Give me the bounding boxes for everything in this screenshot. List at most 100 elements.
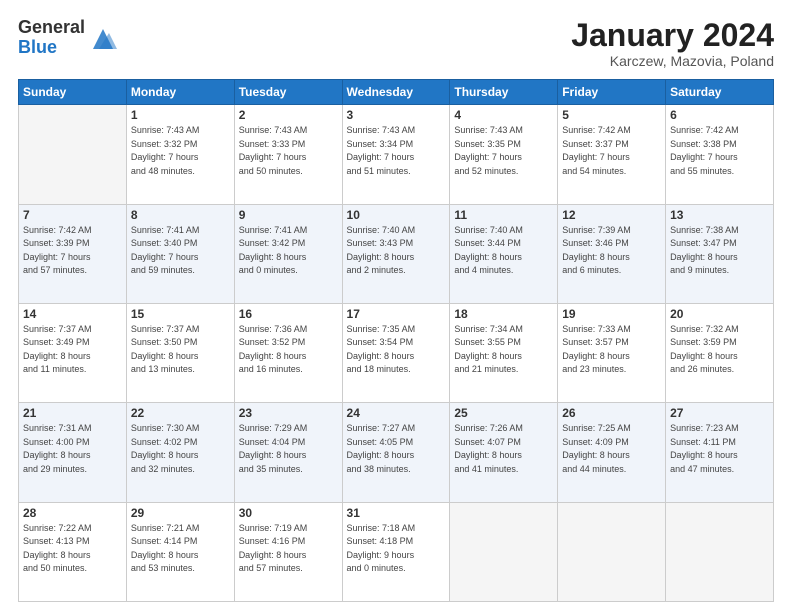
- day-number: 19: [562, 307, 661, 321]
- calendar-cell: 19 Sunrise: 7:33 AMSunset: 3:57 PMDayligh…: [558, 303, 666, 402]
- calendar-cell: 14Sunrise: 7:37 AMSunset: 3:49 PMDayligh…: [19, 303, 127, 402]
- calendar-cell: 2 Sunrise: 7:43 AMSunset: 3:33 PMDaylight…: [234, 105, 342, 204]
- calendar-cell: [558, 502, 666, 601]
- day-info: Sunrise: 7:42 AMSunset: 3:38 PMDaylight:…: [670, 124, 769, 178]
- calendar-week-row: 28 Sunrise: 7:22 AMSunset: 4:13 PMDayligh…: [19, 502, 774, 601]
- calendar-cell: 31Sunrise: 7:18 AMSunset: 4:18 PMDayligh…: [342, 502, 450, 601]
- calendar-cell: 1Sunrise: 7:43 AMSunset: 3:32 PMDaylight…: [126, 105, 234, 204]
- day-number: 27: [670, 406, 769, 420]
- title-block: January 2024 Karczew, Mazovia, Poland: [571, 18, 774, 69]
- day-info: Sunrise: 7:25 AMSunset: 4:09 PMDaylight:…: [562, 422, 661, 476]
- day-info: Sunrise: 7:31 AMSunset: 4:00 PMDaylight:…: [23, 422, 122, 476]
- calendar-header-friday: Friday: [558, 80, 666, 105]
- calendar-cell: 8 Sunrise: 7:41 AMSunset: 3:40 PMDaylight…: [126, 204, 234, 303]
- day-info: Sunrise: 7:41 AMSunset: 3:40 PMDaylight:…: [131, 224, 230, 278]
- day-info: Sunrise: 7:29 AMSunset: 4:04 PMDaylight:…: [239, 422, 338, 476]
- calendar-cell: 26Sunrise: 7:25 AMSunset: 4:09 PMDayligh…: [558, 403, 666, 502]
- calendar-cell: 18Sunrise: 7:34 AMSunset: 3:55 PMDayligh…: [450, 303, 558, 402]
- calendar-cell: 16Sunrise: 7:36 AMSunset: 3:52 PMDayligh…: [234, 303, 342, 402]
- day-info: Sunrise: 7:27 AMSunset: 4:05 PMDaylight:…: [347, 422, 446, 476]
- day-info: Sunrise: 7:38 AMSunset: 3:47 PMDaylight:…: [670, 224, 769, 278]
- day-info: Sunrise: 7:42 AMSunset: 3:39 PMDaylight:…: [23, 224, 122, 278]
- calendar-cell: 22Sunrise: 7:30 AMSunset: 4:02 PMDayligh…: [126, 403, 234, 502]
- calendar-cell: 9 Sunrise: 7:41 AMSunset: 3:42 PMDaylight…: [234, 204, 342, 303]
- day-number: 6: [670, 108, 769, 122]
- day-number: 4: [454, 108, 553, 122]
- calendar-cell: 10 Sunrise: 7:40 AMSunset: 3:43 PMDayligh…: [342, 204, 450, 303]
- calendar-cell: 25Sunrise: 7:26 AMSunset: 4:07 PMDayligh…: [450, 403, 558, 502]
- calendar-cell: 5Sunrise: 7:42 AMSunset: 3:37 PMDaylight…: [558, 105, 666, 204]
- calendar-cell: 11 Sunrise: 7:40 AMSunset: 3:44 PMDayligh…: [450, 204, 558, 303]
- day-number: 9: [239, 208, 338, 222]
- calendar-cell: 3Sunrise: 7:43 AMSunset: 3:34 PMDaylight…: [342, 105, 450, 204]
- calendar-cell: 21 Sunrise: 7:31 AMSunset: 4:00 PMDayligh…: [19, 403, 127, 502]
- calendar-cell: 17 Sunrise: 7:35 AMSunset: 3:54 PMDayligh…: [342, 303, 450, 402]
- calendar-cell: 29Sunrise: 7:21 AMSunset: 4:14 PMDayligh…: [126, 502, 234, 601]
- day-info: Sunrise: 7:35 AMSunset: 3:54 PMDaylight:…: [347, 323, 446, 377]
- calendar-cell: 4 Sunrise: 7:43 AMSunset: 3:35 PMDaylight…: [450, 105, 558, 204]
- calendar-header-saturday: Saturday: [666, 80, 774, 105]
- day-number: 7: [23, 208, 122, 222]
- day-number: 28: [23, 506, 122, 520]
- logo-general: General: [18, 18, 85, 38]
- calendar-cell: [666, 502, 774, 601]
- day-info: Sunrise: 7:43 AMSunset: 3:35 PMDaylight:…: [454, 124, 553, 178]
- calendar-week-row: 14Sunrise: 7:37 AMSunset: 3:49 PMDayligh…: [19, 303, 774, 402]
- day-info: Sunrise: 7:22 AMSunset: 4:13 PMDaylight:…: [23, 522, 122, 576]
- day-number: 10: [347, 208, 446, 222]
- day-info: Sunrise: 7:30 AMSunset: 4:02 PMDaylight:…: [131, 422, 230, 476]
- logo-blue: Blue: [18, 38, 85, 58]
- day-info: Sunrise: 7:32 AMSunset: 3:59 PMDaylight:…: [670, 323, 769, 377]
- logo-text: General Blue: [18, 18, 85, 58]
- day-number: 8: [131, 208, 230, 222]
- day-info: Sunrise: 7:43 AMSunset: 3:32 PMDaylight:…: [131, 124, 230, 178]
- calendar-cell: 7 Sunrise: 7:42 AMSunset: 3:39 PMDaylight…: [19, 204, 127, 303]
- page: General Blue January 2024 Karczew, Mazov…: [0, 0, 792, 612]
- day-info: Sunrise: 7:40 AMSunset: 3:43 PMDaylight:…: [347, 224, 446, 278]
- calendar-header-sunday: Sunday: [19, 80, 127, 105]
- day-number: 11: [454, 208, 553, 222]
- calendar-cell: 13 Sunrise: 7:38 AMSunset: 3:47 PMDayligh…: [666, 204, 774, 303]
- day-info: Sunrise: 7:21 AMSunset: 4:14 PMDaylight:…: [131, 522, 230, 576]
- day-number: 30: [239, 506, 338, 520]
- calendar-header-thursday: Thursday: [450, 80, 558, 105]
- calendar-cell: 20 Sunrise: 7:32 AMSunset: 3:59 PMDayligh…: [666, 303, 774, 402]
- calendar-cell: 24Sunrise: 7:27 AMSunset: 4:05 PMDayligh…: [342, 403, 450, 502]
- day-info: Sunrise: 7:26 AMSunset: 4:07 PMDaylight:…: [454, 422, 553, 476]
- calendar-cell: 6 Sunrise: 7:42 AMSunset: 3:38 PMDaylight…: [666, 105, 774, 204]
- day-info: Sunrise: 7:33 AMSunset: 3:57 PMDaylight:…: [562, 323, 661, 377]
- calendar-cell: 30 Sunrise: 7:19 AMSunset: 4:16 PMDayligh…: [234, 502, 342, 601]
- day-number: 31: [347, 506, 446, 520]
- day-number: 5: [562, 108, 661, 122]
- calendar-week-row: 1Sunrise: 7:43 AMSunset: 3:32 PMDaylight…: [19, 105, 774, 204]
- day-info: Sunrise: 7:37 AMSunset: 3:49 PMDaylight:…: [23, 323, 122, 377]
- calendar-header-wednesday: Wednesday: [342, 80, 450, 105]
- calendar-header-row: SundayMondayTuesdayWednesdayThursdayFrid…: [19, 80, 774, 105]
- day-number: 17: [347, 307, 446, 321]
- day-number: 21: [23, 406, 122, 420]
- calendar-cell: [450, 502, 558, 601]
- calendar-table: SundayMondayTuesdayWednesdayThursdayFrid…: [18, 79, 774, 602]
- day-number: 16: [239, 307, 338, 321]
- calendar-week-row: 7 Sunrise: 7:42 AMSunset: 3:39 PMDaylight…: [19, 204, 774, 303]
- day-info: Sunrise: 7:19 AMSunset: 4:16 PMDaylight:…: [239, 522, 338, 576]
- day-info: Sunrise: 7:43 AMSunset: 3:34 PMDaylight:…: [347, 124, 446, 178]
- header: General Blue January 2024 Karczew, Mazov…: [18, 18, 774, 69]
- day-number: 2: [239, 108, 338, 122]
- logo: General Blue: [18, 18, 117, 58]
- day-info: Sunrise: 7:43 AMSunset: 3:33 PMDaylight:…: [239, 124, 338, 178]
- day-info: Sunrise: 7:41 AMSunset: 3:42 PMDaylight:…: [239, 224, 338, 278]
- day-info: Sunrise: 7:40 AMSunset: 3:44 PMDaylight:…: [454, 224, 553, 278]
- logo-icon: [89, 25, 117, 53]
- day-info: Sunrise: 7:23 AMSunset: 4:11 PMDaylight:…: [670, 422, 769, 476]
- calendar-week-row: 21 Sunrise: 7:31 AMSunset: 4:00 PMDayligh…: [19, 403, 774, 502]
- day-number: 15: [131, 307, 230, 321]
- calendar-cell: 28 Sunrise: 7:22 AMSunset: 4:13 PMDayligh…: [19, 502, 127, 601]
- month-title: January 2024: [571, 18, 774, 53]
- calendar-cell: [19, 105, 127, 204]
- subtitle: Karczew, Mazovia, Poland: [571, 53, 774, 69]
- calendar-cell: 12Sunrise: 7:39 AMSunset: 3:46 PMDayligh…: [558, 204, 666, 303]
- calendar-cell: 15Sunrise: 7:37 AMSunset: 3:50 PMDayligh…: [126, 303, 234, 402]
- day-number: 13: [670, 208, 769, 222]
- day-number: 20: [670, 307, 769, 321]
